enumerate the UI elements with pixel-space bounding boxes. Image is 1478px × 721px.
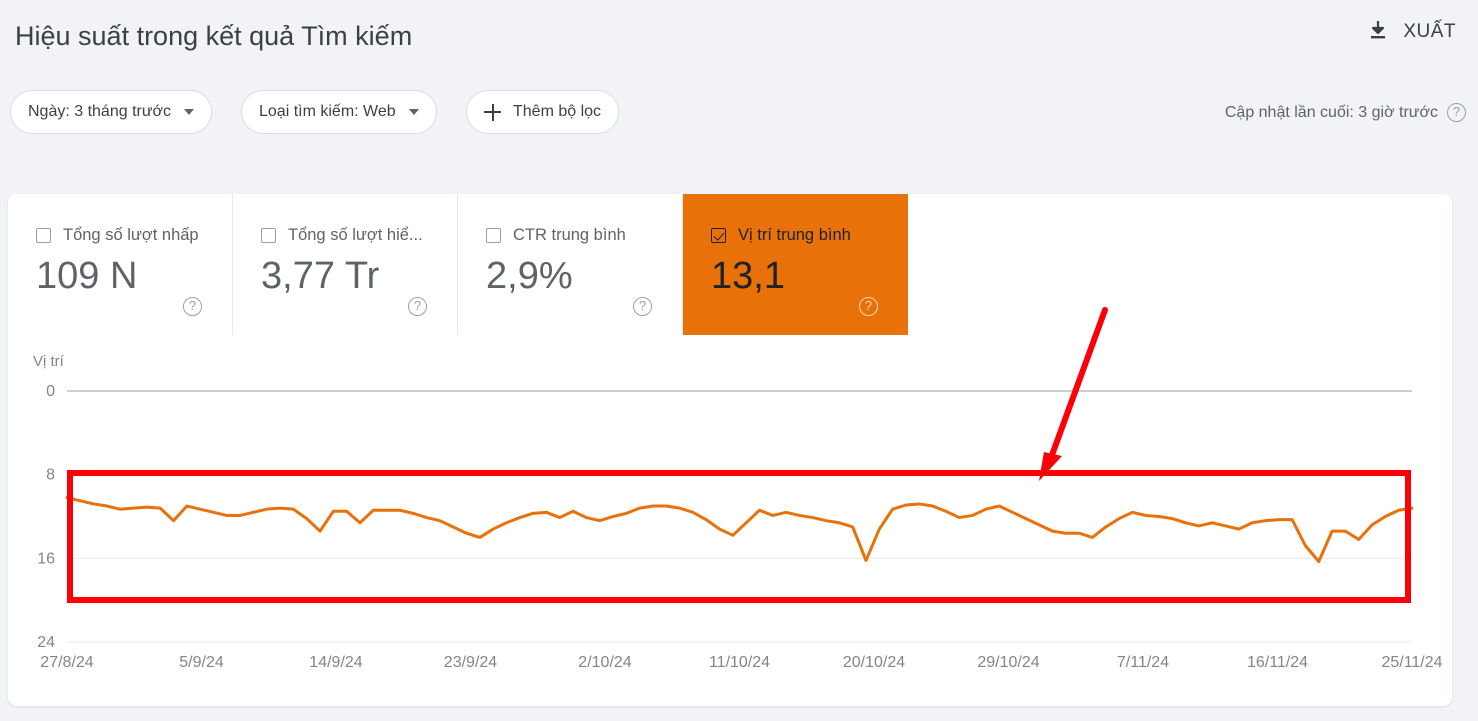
y-axis-tick-label: 0 — [46, 383, 55, 400]
last-updated: Cập nhật lần cuối: 3 giờ trước — [1225, 103, 1466, 122]
chevron-down-icon — [408, 109, 419, 115]
help-icon[interactable] — [633, 297, 652, 316]
metric-card-average-position[interactable]: Vị trí trung bình 13,1 — [683, 194, 908, 335]
metric-value: 109 N — [36, 255, 138, 297]
download-icon — [1366, 18, 1390, 47]
x-axis-tick-label: 14/9/24 — [309, 654, 362, 671]
metric-card-header: Tổng số lượt hiể... — [261, 226, 457, 245]
metric-card-header: CTR trung bình — [486, 226, 682, 245]
metric-card-header: Vị trí trung bình — [711, 226, 908, 245]
checkbox-average-ctr[interactable] — [486, 228, 501, 243]
metric-value: 3,77 Tr — [261, 255, 380, 297]
y-axis-tick-label: 24 — [37, 634, 55, 651]
metric-label: Vị trí trung bình — [738, 226, 851, 244]
checkbox-total-clicks[interactable] — [36, 228, 51, 243]
help-icon[interactable] — [183, 297, 202, 316]
x-axis-tick-label: 5/9/24 — [179, 654, 224, 671]
export-button[interactable]: XUẤT — [1356, 12, 1466, 52]
x-axis-tick-label: 27/8/24 — [40, 654, 93, 671]
x-axis-tick-label: 23/9/24 — [444, 654, 497, 671]
performance-chart: Vị trí 0 8 16 24 27/8/24 5/9/24 14/9/24 23/9/24 2… — [8, 335, 1452, 706]
help-icon[interactable] — [408, 297, 427, 316]
help-icon[interactable] — [859, 297, 878, 316]
export-label: XUẤT — [1403, 21, 1456, 42]
chart-svg[interactable]: Vị trí 0 8 16 24 27/8/24 5/9/24 14/9/24 23/9/24 2… — [8, 335, 1452, 706]
performance-panel: Tổng số lượt nhấp 109 N Tổng số lượt hiể… — [8, 194, 1452, 706]
chevron-down-icon — [184, 109, 195, 115]
x-axis-tick-label: 16/11/24 — [1247, 654, 1308, 671]
x-axis-tick-label: 7/11/24 — [1117, 654, 1169, 671]
checkbox-average-position[interactable] — [711, 228, 726, 243]
metric-label: Tổng số lượt nhấp — [63, 226, 199, 244]
last-updated-text: Cập nhật lần cuối: 3 giờ trước — [1224, 103, 1438, 121]
metric-card-total-impressions[interactable]: Tổng số lượt hiể... 3,77 Tr — [233, 194, 458, 335]
filter-chip-search-type[interactable]: Loại tìm kiếm: Web — [241, 90, 437, 134]
filter-chip-date[interactable]: Ngày: 3 tháng trước — [10, 90, 213, 134]
filter-chip-search-type-label: Loại tìm kiếm: Web — [259, 103, 396, 120]
metric-cards: Tổng số lượt nhấp 109 N Tổng số lượt hiể… — [8, 194, 908, 335]
plus-icon — [484, 103, 501, 121]
filter-chip-date-label: Ngày: 3 tháng trước — [28, 103, 172, 120]
x-axis-tick-label: 11/10/24 — [709, 654, 770, 671]
metric-card-total-clicks[interactable]: Tổng số lượt nhấp 109 N — [8, 194, 233, 335]
performance-page: Hiệu suất trong kết quả Tìm kiếm XUẤT Ng… — [0, 0, 1478, 721]
checkbox-total-impressions[interactable] — [261, 228, 276, 243]
metric-card-header: Tổng số lượt nhấp — [36, 226, 232, 245]
x-axis-tick-label: 29/10/24 — [977, 654, 1039, 671]
help-icon[interactable] — [1447, 103, 1466, 122]
add-filter-label: Thêm bộ lọc — [513, 103, 602, 120]
add-filter-button[interactable]: Thêm bộ lọc — [466, 90, 620, 134]
x-axis-tick-label: 25/11/24 — [1381, 654, 1442, 671]
y-axis-tick-label: 8 — [46, 467, 55, 484]
metric-value: 13,1 — [711, 255, 785, 297]
x-axis-tick-label: 20/10/24 — [843, 654, 905, 671]
metric-label: Tổng số lượt hiể... — [288, 226, 423, 244]
page-title: Hiệu suất trong kết quả Tìm kiếm — [15, 21, 413, 51]
chart-line-average-position — [65, 496, 1414, 563]
x-axis-tick-label: 2/10/24 — [578, 654, 631, 671]
y-axis-tick-label: 16 — [37, 550, 55, 567]
metric-label: CTR trung bình — [513, 226, 626, 244]
page-header: Hiệu suất trong kết quả Tìm kiếm XUẤT — [0, 0, 1478, 70]
metric-value: 2,9% — [486, 255, 573, 297]
y-axis-title: Vị trí — [33, 353, 65, 370]
metric-card-average-ctr[interactable]: CTR trung bình 2,9% — [458, 194, 683, 335]
